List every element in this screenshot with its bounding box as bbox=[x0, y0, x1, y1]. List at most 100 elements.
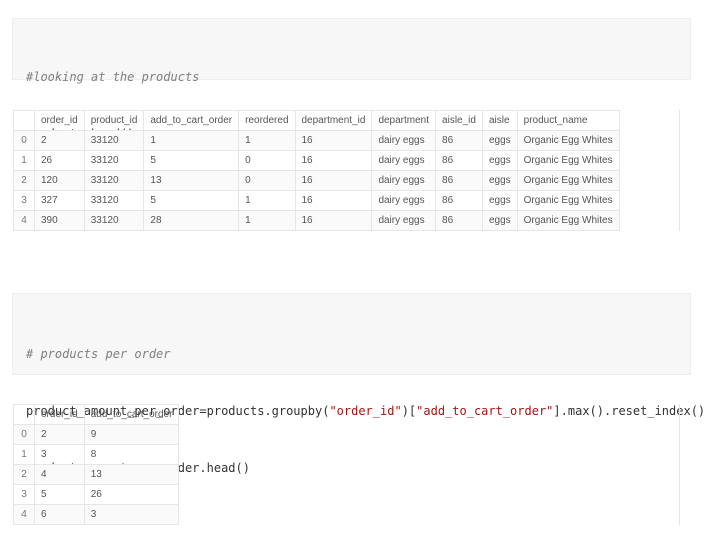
table-cell: dairy eggs bbox=[371, 190, 437, 211]
table-cell: 1 bbox=[238, 210, 296, 231]
row-index: 0 bbox=[13, 130, 35, 151]
table-header-row: order_id add_to_cart_order bbox=[13, 404, 180, 425]
table-row: 0 2 33120 1 1 16 dairy eggs 86 eggs Orga… bbox=[13, 130, 620, 151]
column-header: product_name bbox=[516, 110, 620, 131]
table-cell: 86 bbox=[435, 150, 483, 171]
row-index: 2 bbox=[13, 464, 35, 485]
table-cell: eggs bbox=[481, 150, 518, 171]
table-cell: 28 bbox=[143, 210, 240, 231]
table-cell: 120 bbox=[34, 170, 85, 191]
column-header bbox=[13, 110, 35, 131]
table-cell: 3 bbox=[83, 504, 180, 525]
table-cell: 16 bbox=[294, 210, 373, 231]
table-cell: 2 bbox=[34, 424, 85, 445]
table-cell: 33120 bbox=[83, 170, 145, 191]
row-index: 3 bbox=[13, 484, 35, 505]
code-cell-products-per-order[interactable]: # products per order product_amount_per_… bbox=[12, 293, 705, 475]
column-header: add_to_cart_order bbox=[83, 404, 180, 425]
column-header: add_to_cart_order bbox=[143, 110, 240, 131]
table-cell: 327 bbox=[34, 190, 85, 211]
table-cell: 16 bbox=[294, 170, 373, 191]
table-cell: 1 bbox=[143, 130, 240, 151]
table-cell: 13 bbox=[143, 170, 240, 191]
table-row: 3 5 26 bbox=[13, 484, 180, 505]
table-cell: eggs bbox=[481, 130, 518, 151]
column-header: department_id bbox=[294, 110, 373, 131]
code-token: ].max().reset_index() bbox=[553, 404, 706, 418]
table-cell: 33120 bbox=[83, 150, 145, 171]
code-cell-products-head[interactable]: #looking at the products products.head() bbox=[12, 18, 691, 141]
table-cell: 86 bbox=[435, 190, 483, 211]
column-header: aisle_id bbox=[435, 110, 483, 131]
column-header: order_id bbox=[34, 110, 85, 131]
table-cell: 86 bbox=[435, 170, 483, 191]
row-index: 4 bbox=[13, 504, 35, 525]
table-cell: 33120 bbox=[83, 190, 145, 211]
column-header: product_id bbox=[83, 110, 145, 131]
table-cell: Organic Egg Whites bbox=[516, 170, 620, 191]
code-token: )[ bbox=[401, 404, 417, 418]
output-scroll-edge bbox=[679, 404, 680, 525]
table-cell: dairy eggs bbox=[371, 170, 437, 191]
column-header: aisle bbox=[481, 110, 518, 131]
table-cell: 16 bbox=[294, 130, 373, 151]
column-header: reordered bbox=[238, 110, 296, 131]
table-row: 4 390 33120 28 1 16 dairy eggs 86 eggs O… bbox=[13, 210, 620, 231]
code-comment: #looking at the products bbox=[26, 70, 200, 84]
row-index: 2 bbox=[13, 170, 35, 191]
table-row: 3 327 33120 5 1 16 dairy eggs 86 eggs Or… bbox=[13, 190, 620, 211]
notebook-page: #looking at the products products.head()… bbox=[0, 0, 726, 558]
table-cell: 1 bbox=[238, 190, 296, 211]
table-cell: dairy eggs bbox=[371, 210, 437, 231]
table-cell: 33120 bbox=[83, 130, 145, 151]
output-scroll-edge bbox=[679, 110, 680, 231]
table-header-row: order_id product_id add_to_cart_order re… bbox=[13, 110, 620, 131]
table-row: 4 6 3 bbox=[13, 504, 180, 525]
table-row: 0 2 9 bbox=[13, 424, 180, 445]
table-row: 2 4 13 bbox=[13, 464, 180, 485]
column-header: department bbox=[371, 110, 437, 131]
table-cell: 16 bbox=[294, 150, 373, 171]
table-cell: 5 bbox=[143, 190, 240, 211]
code-comment: # products per order bbox=[26, 347, 171, 361]
table-row: 2 120 33120 13 0 16 dairy eggs 86 eggs O… bbox=[13, 170, 620, 191]
table-cell: 9 bbox=[83, 424, 180, 445]
table-row: 1 26 33120 5 0 16 dairy eggs 86 eggs Org… bbox=[13, 150, 620, 171]
table-cell: 8 bbox=[83, 444, 180, 465]
row-index: 0 bbox=[13, 424, 35, 445]
table-cell: eggs bbox=[481, 170, 518, 191]
output-table-products: order_id product_id add_to_cart_order re… bbox=[13, 110, 620, 231]
table-cell: 16 bbox=[294, 190, 373, 211]
table-cell: 4 bbox=[34, 464, 85, 485]
table-cell: 5 bbox=[34, 484, 85, 505]
table-cell: dairy eggs bbox=[371, 150, 437, 171]
code-string: "order_id" bbox=[329, 404, 402, 418]
table-cell: eggs bbox=[481, 210, 518, 231]
row-index: 1 bbox=[13, 444, 35, 465]
table-cell: dairy eggs bbox=[371, 130, 437, 151]
code-string: "add_to_cart_order" bbox=[416, 404, 554, 418]
table-cell: 2 bbox=[34, 130, 85, 151]
row-index: 1 bbox=[13, 150, 35, 171]
table-cell: Organic Egg Whites bbox=[516, 190, 620, 211]
table-cell: 390 bbox=[34, 210, 85, 231]
table-cell: 13 bbox=[83, 464, 180, 485]
table-cell: 26 bbox=[83, 484, 180, 505]
table-cell: 86 bbox=[435, 210, 483, 231]
table-cell: Organic Egg Whites bbox=[516, 210, 620, 231]
table-cell: 0 bbox=[238, 170, 296, 191]
table-cell: Organic Egg Whites bbox=[516, 150, 620, 171]
table-cell: 0 bbox=[238, 150, 296, 171]
table-cell: 3 bbox=[34, 444, 85, 465]
table-cell: eggs bbox=[481, 190, 518, 211]
column-header: order_id bbox=[34, 404, 85, 425]
table-row: 1 3 8 bbox=[13, 444, 180, 465]
table-cell: Organic Egg Whites bbox=[516, 130, 620, 151]
row-index: 3 bbox=[13, 190, 35, 211]
table-cell: 33120 bbox=[83, 210, 145, 231]
table-cell: 1 bbox=[238, 130, 296, 151]
table-cell: 6 bbox=[34, 504, 85, 525]
row-index: 4 bbox=[13, 210, 35, 231]
table-cell: 86 bbox=[435, 130, 483, 151]
table-cell: 5 bbox=[143, 150, 240, 171]
